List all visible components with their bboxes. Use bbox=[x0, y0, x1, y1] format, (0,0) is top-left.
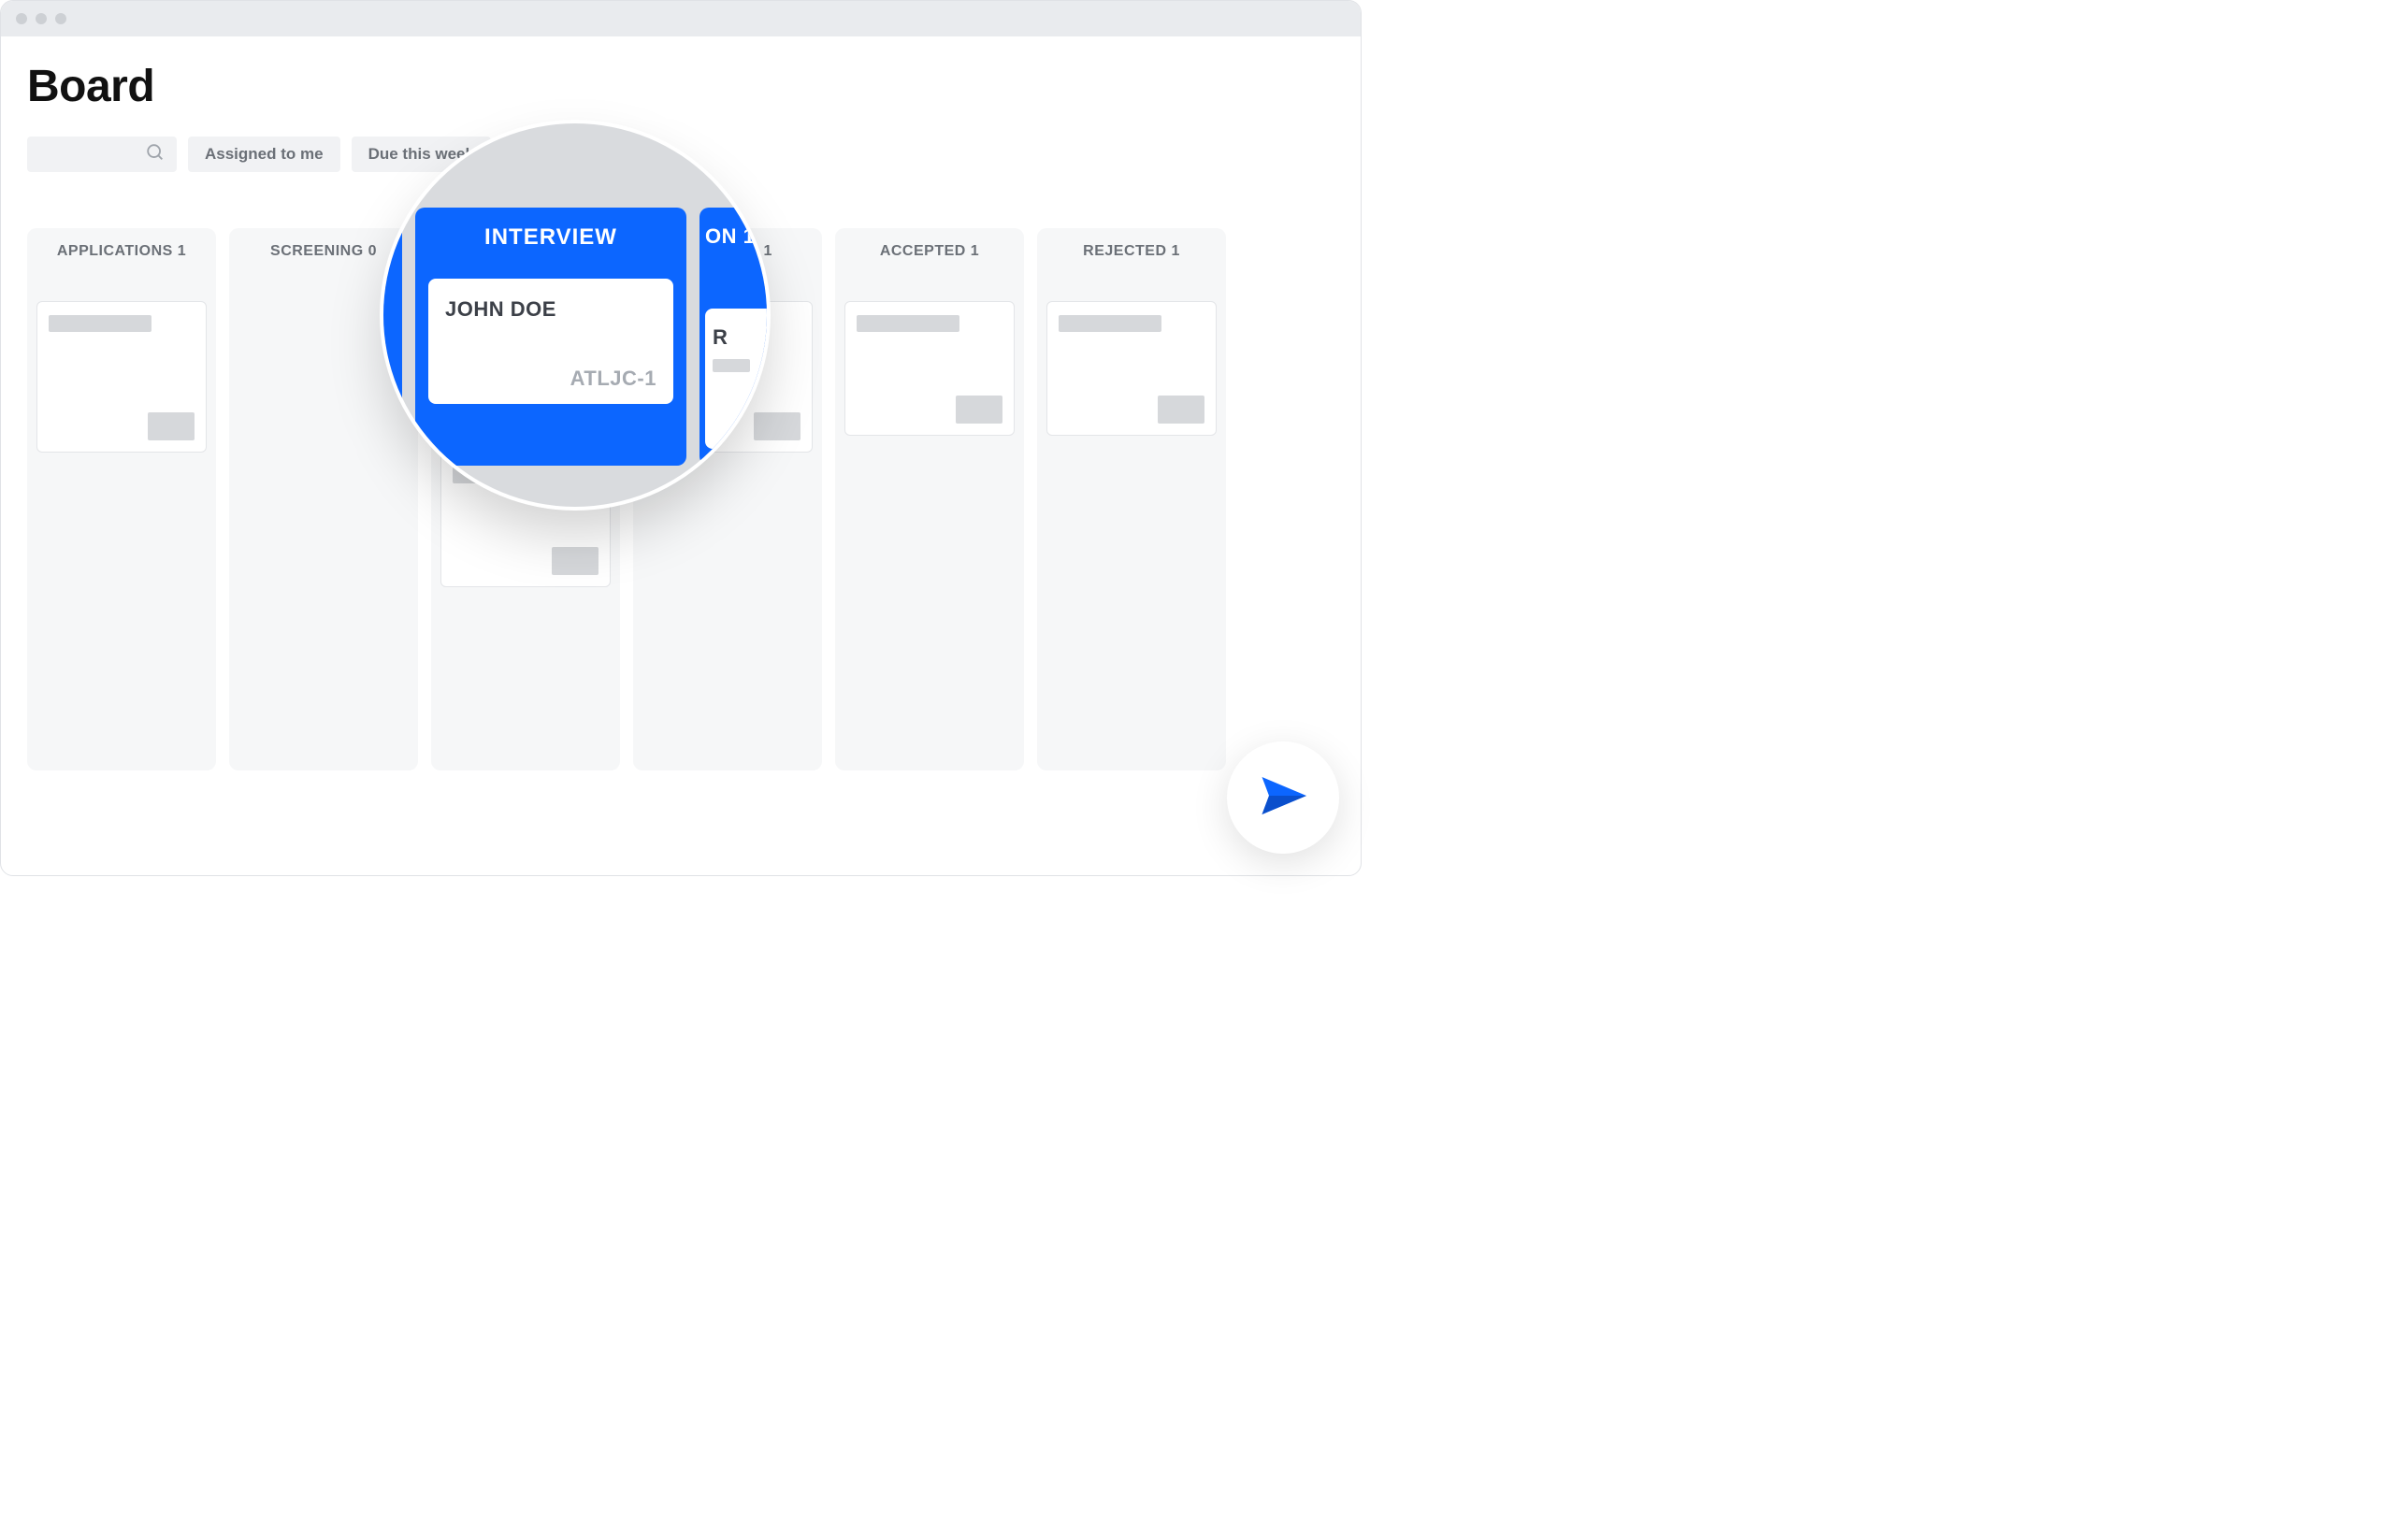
board-card[interactable] bbox=[844, 301, 1015, 436]
board-column-rejected[interactable]: REJECTED 1 bbox=[1037, 228, 1226, 770]
board-column-applications[interactable]: APPLICATIONS 1 bbox=[27, 228, 216, 770]
magnified-neighbor-header-fragment: ON 1 bbox=[705, 224, 767, 249]
app-launcher-fab[interactable] bbox=[1227, 741, 1339, 854]
search-icon bbox=[145, 142, 166, 167]
card-title-placeholder bbox=[713, 359, 750, 372]
column-header: APPLICATIONS 1 bbox=[36, 243, 207, 260]
card-title-placeholder bbox=[857, 315, 959, 332]
magnified-card-title: JOHN DOE bbox=[445, 297, 656, 322]
magnified-card[interactable]: JOHN DOE ATLJC-1 bbox=[428, 279, 673, 404]
filter-assigned-to-me[interactable]: Assigned to me bbox=[188, 137, 340, 172]
magnified-column-header: INTERVIEW bbox=[428, 224, 673, 251]
card-title-placeholder bbox=[49, 315, 151, 332]
window-titlebar bbox=[1, 1, 1361, 36]
card-title-placeholder bbox=[1059, 315, 1161, 332]
board-card[interactable] bbox=[1046, 301, 1217, 436]
magnified-neighbor-card[interactable]: R bbox=[705, 309, 767, 449]
card-id-placeholder bbox=[552, 547, 598, 575]
magnified-column-interview: INTERVIEW JOHN DOE ATLJC-1 bbox=[415, 208, 686, 466]
magnified-left-count: 1 bbox=[383, 309, 397, 333]
search-input[interactable] bbox=[27, 137, 177, 172]
filter-label: Assigned to me bbox=[205, 145, 324, 164]
window-minimize-dot[interactable] bbox=[36, 13, 47, 24]
column-header: REJECTED 1 bbox=[1046, 243, 1217, 260]
card-id-placeholder bbox=[1158, 396, 1204, 424]
page-title: Board bbox=[27, 61, 1334, 112]
magnified-card-id: ATLJC-1 bbox=[445, 367, 656, 391]
card-id-placeholder bbox=[148, 412, 195, 440]
send-icon bbox=[1255, 768, 1311, 828]
board-column-accepted[interactable]: ACCEPTED 1 bbox=[835, 228, 1024, 770]
card-id-placeholder bbox=[956, 396, 1002, 424]
magnified-column-left-sliver: 1 bbox=[383, 208, 402, 466]
magnified-neighbor-card-initial: R bbox=[713, 325, 767, 350]
column-header: ACCEPTED 1 bbox=[844, 243, 1015, 260]
magnified-column-right-sliver: ON 1 R bbox=[699, 208, 767, 466]
magnifier-lens: 1 INTERVIEW JOHN DOE ATLJC-1 ON 1 R bbox=[383, 123, 767, 507]
filter-label: Due this week bbox=[368, 145, 474, 164]
board-card[interactable] bbox=[36, 301, 207, 453]
magnifier-content: 1 INTERVIEW JOHN DOE ATLJC-1 ON 1 R bbox=[383, 208, 767, 466]
window-zoom-dot[interactable] bbox=[55, 13, 66, 24]
window-close-dot[interactable] bbox=[16, 13, 27, 24]
